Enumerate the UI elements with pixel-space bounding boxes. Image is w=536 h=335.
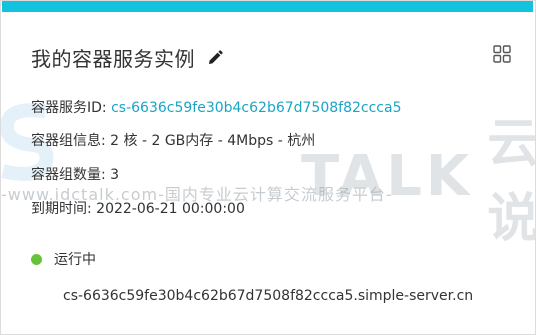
expire-label: 到期时间: <box>31 201 92 217</box>
service-id-label: 容器服务ID: <box>31 100 107 116</box>
spec-label: 容器组信息: <box>31 133 106 149</box>
expire-value: 2022-06-21 00:00:00 <box>96 201 245 217</box>
spec-row: 容器组信息: 2 核 - 2 GB内存 - 4Mbps - 杭州 <box>31 130 315 150</box>
card-accent-bar <box>2 1 533 12</box>
spec-value: 2 核 - 2 GB内存 - 4Mbps - 杭州 <box>110 133 316 149</box>
expire-row: 到期时间: 2022-06-21 00:00:00 <box>31 198 245 218</box>
status-text: 运行中 <box>54 252 96 268</box>
service-domain[interactable]: cs-6636c59fe30b4c62b67d7508f82ccca5.simp… <box>63 288 473 304</box>
watermark-logo: TALK 云说 <box>301 101 536 251</box>
count-row: 容器组数量: 3 <box>31 164 119 184</box>
count-value: 3 <box>110 167 120 183</box>
service-id-row: 容器服务ID: cs-6636c59fe30b4c62b67d7508f82cc… <box>31 97 401 117</box>
status-indicator: 运行中 <box>31 249 96 269</box>
container-service-card: TALK 云说 -www.idctalk.com-国内专业云计算交流服务平台- … <box>0 0 536 335</box>
status-dot-icon <box>31 253 42 265</box>
watermark-brand: TALK <box>301 143 474 209</box>
count-label: 容器组数量: <box>31 167 106 183</box>
watermark-cn: 云说 <box>487 114 536 249</box>
card-title: 我的容器服务实例 <box>31 47 195 71</box>
pencil-icon[interactable] <box>205 48 225 68</box>
service-id-link[interactable]: cs-6636c59fe30b4c62b67d7508f82ccca5 <box>111 100 401 116</box>
grid-icon[interactable] <box>493 45 511 63</box>
card-header: 我的容器服务实例 <box>31 43 225 72</box>
